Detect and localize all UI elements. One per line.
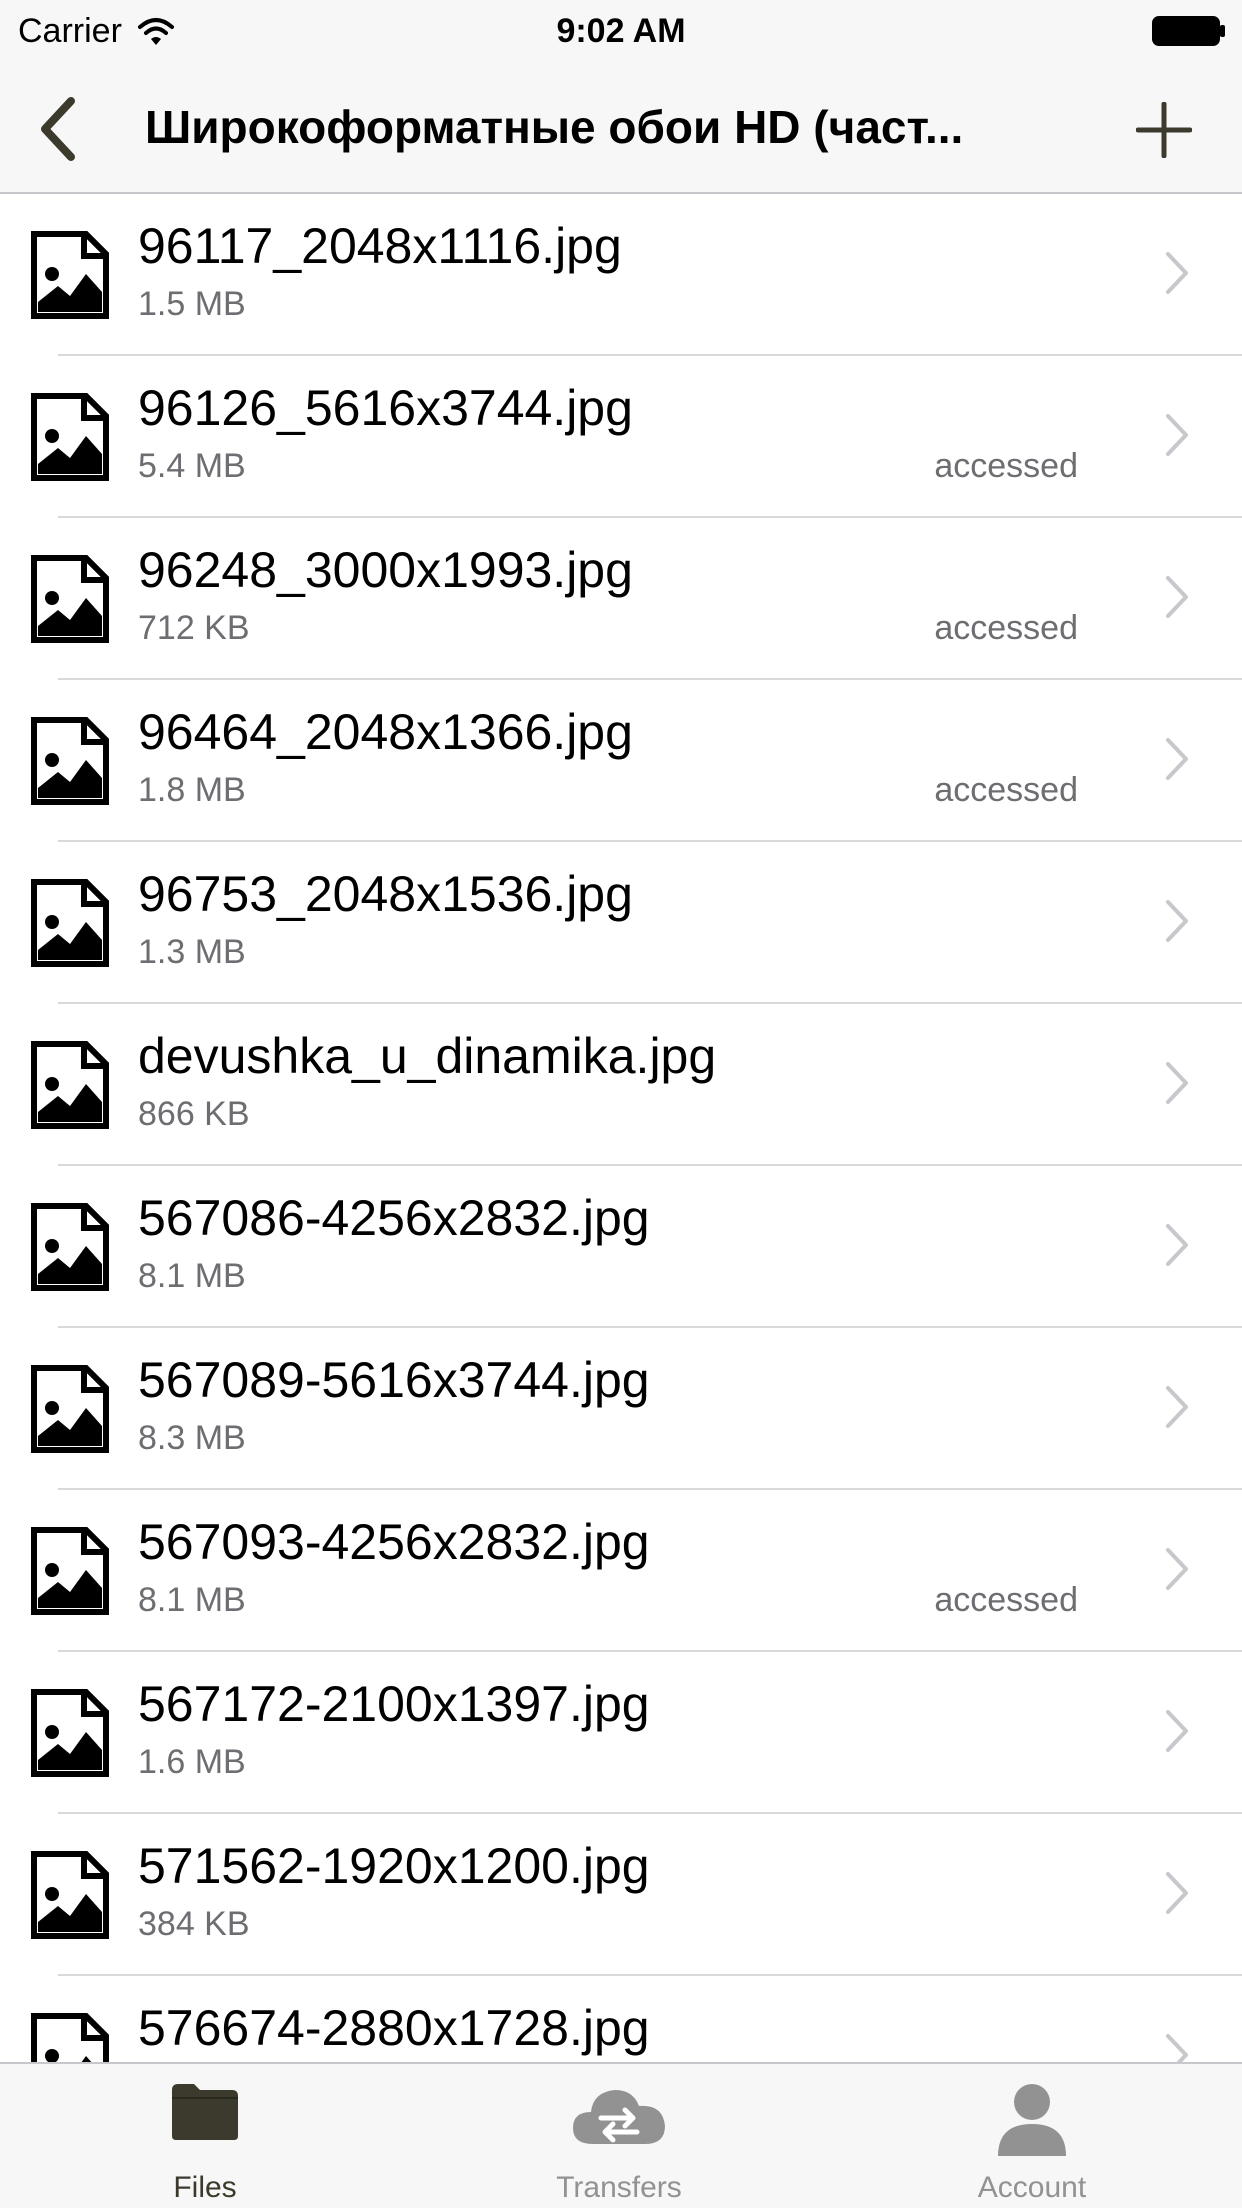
tab-label: Files — [173, 2171, 237, 2204]
chevron-right-icon — [1166, 414, 1188, 456]
status-time: 9:02 AM — [556, 12, 686, 50]
folder-icon — [172, 2084, 238, 2140]
chevron-right-icon — [1166, 2034, 1188, 2062]
cloud-transfer-icon — [573, 2090, 665, 2144]
file-name: 567089-5616x3744.jpg — [138, 1352, 650, 1408]
file-name: 576674-2880x1728.jpg — [138, 2000, 650, 2056]
file-row[interactable]: 96126_5616x3744.jpg 5.4 MB accessed — [0, 356, 1242, 518]
file-size: 384 KB — [138, 1905, 250, 1943]
file-size: 8.1 MB — [138, 1257, 246, 1295]
file-size: 1.8 MB — [138, 771, 246, 809]
chevron-left-icon — [41, 97, 75, 161]
image-file-icon — [31, 1527, 109, 1615]
file-status: accessed — [934, 771, 1078, 809]
chevron-right-icon — [1166, 1548, 1188, 1590]
file-name: 96126_5616x3744.jpg — [138, 380, 633, 436]
add-button[interactable] — [1126, 92, 1202, 168]
tab-label: Account — [977, 2171, 1087, 2204]
chevron-right-icon — [1166, 900, 1188, 942]
file-size: 8.3 MB — [138, 1419, 246, 1457]
image-file-icon — [31, 231, 109, 319]
file-size: 8.1 MB — [138, 1581, 246, 1619]
page-title: Широкоформатные обои HD (част... — [145, 101, 964, 153]
tab-files[interactable]: Files — [105, 2064, 305, 2210]
file-name: 567093-4256x2832.jpg — [138, 1514, 650, 1570]
chevron-right-icon — [1166, 1224, 1188, 1266]
file-name: 96248_3000x1993.jpg — [138, 542, 633, 598]
image-file-icon — [31, 555, 109, 643]
file-size: 1.6 MB — [138, 1743, 246, 1781]
file-status: accessed — [934, 1581, 1078, 1619]
image-file-icon — [31, 1203, 109, 1291]
file-row[interactable]: 571562-1920x1200.jpg 384 KB — [0, 1814, 1242, 1976]
file-row[interactable]: 96464_2048x1366.jpg 1.8 MB accessed — [0, 680, 1242, 842]
image-file-icon — [31, 2013, 109, 2062]
chevron-right-icon — [1166, 576, 1188, 618]
image-file-icon — [31, 1041, 109, 1129]
chevron-right-icon — [1166, 1386, 1188, 1428]
battery-icon — [1152, 16, 1225, 46]
file-status: accessed — [934, 609, 1078, 647]
chevron-right-icon — [1166, 1062, 1188, 1104]
navigation-bar: Широкоформатные обои HD (част... — [0, 64, 1242, 194]
status-bar: Carrier 9:02 AM — [0, 0, 1242, 64]
file-name: 567172-2100x1397.jpg — [138, 1676, 650, 1732]
chevron-right-icon — [1166, 738, 1188, 780]
chevron-right-icon — [1166, 252, 1188, 294]
file-row[interactable]: 567172-2100x1397.jpg 1.6 MB — [0, 1652, 1242, 1814]
file-size: 866 KB — [138, 1095, 250, 1133]
file-name: 567086-4256x2832.jpg — [138, 1190, 650, 1246]
image-file-icon — [31, 1365, 109, 1453]
file-row[interactable]: 576674-2880x1728.jpg — [0, 1976, 1242, 2062]
file-name: devushka_u_dinamika.jpg — [138, 1028, 717, 1084]
image-file-icon — [31, 1689, 109, 1777]
tab-bar: Files Transfers Account — [0, 2062, 1242, 2208]
file-name: 96464_2048x1366.jpg — [138, 704, 633, 760]
file-size: 1.3 MB — [138, 933, 246, 971]
tab-transfers[interactable]: Transfers — [519, 2064, 719, 2210]
file-size: 5.4 MB — [138, 447, 246, 485]
image-file-icon — [31, 1851, 109, 1939]
file-name: 571562-1920x1200.jpg — [138, 1838, 650, 1894]
file-row[interactable]: 96248_3000x1993.jpg 712 KB accessed — [0, 518, 1242, 680]
file-row[interactable]: devushka_u_dinamika.jpg 866 KB — [0, 1004, 1242, 1166]
person-icon — [998, 2084, 1066, 2156]
image-file-icon — [31, 717, 109, 805]
file-name: 96117_2048x1116.jpg — [138, 218, 622, 274]
file-status: accessed — [934, 447, 1078, 485]
chevron-right-icon — [1166, 1872, 1188, 1914]
tab-label: Transfers — [556, 2171, 682, 2204]
file-list[interactable]: 96117_2048x1116.jpg 1.5 MB 96126_5616x3744… — [0, 194, 1242, 2062]
plus-icon — [1136, 102, 1192, 158]
chevron-right-icon — [1166, 1710, 1188, 1752]
image-file-icon — [31, 879, 109, 967]
file-name: 96753_2048x1536.jpg — [138, 866, 633, 922]
file-row[interactable]: 567093-4256x2832.jpg 8.1 MB accessed — [0, 1490, 1242, 1652]
image-file-icon — [31, 393, 109, 481]
file-row[interactable]: 96117_2048x1116.jpg 1.5 MB — [0, 194, 1242, 356]
tab-account[interactable]: Account — [932, 2064, 1132, 2210]
back-button[interactable] — [22, 90, 92, 168]
file-size: 1.5 MB — [138, 285, 246, 323]
file-row[interactable]: 567089-5616x3744.jpg 8.3 MB — [0, 1328, 1242, 1490]
file-row[interactable]: 96753_2048x1536.jpg 1.3 MB — [0, 842, 1242, 1004]
file-row[interactable]: 567086-4256x2832.jpg 8.1 MB — [0, 1166, 1242, 1328]
file-size: 712 KB — [138, 609, 250, 647]
